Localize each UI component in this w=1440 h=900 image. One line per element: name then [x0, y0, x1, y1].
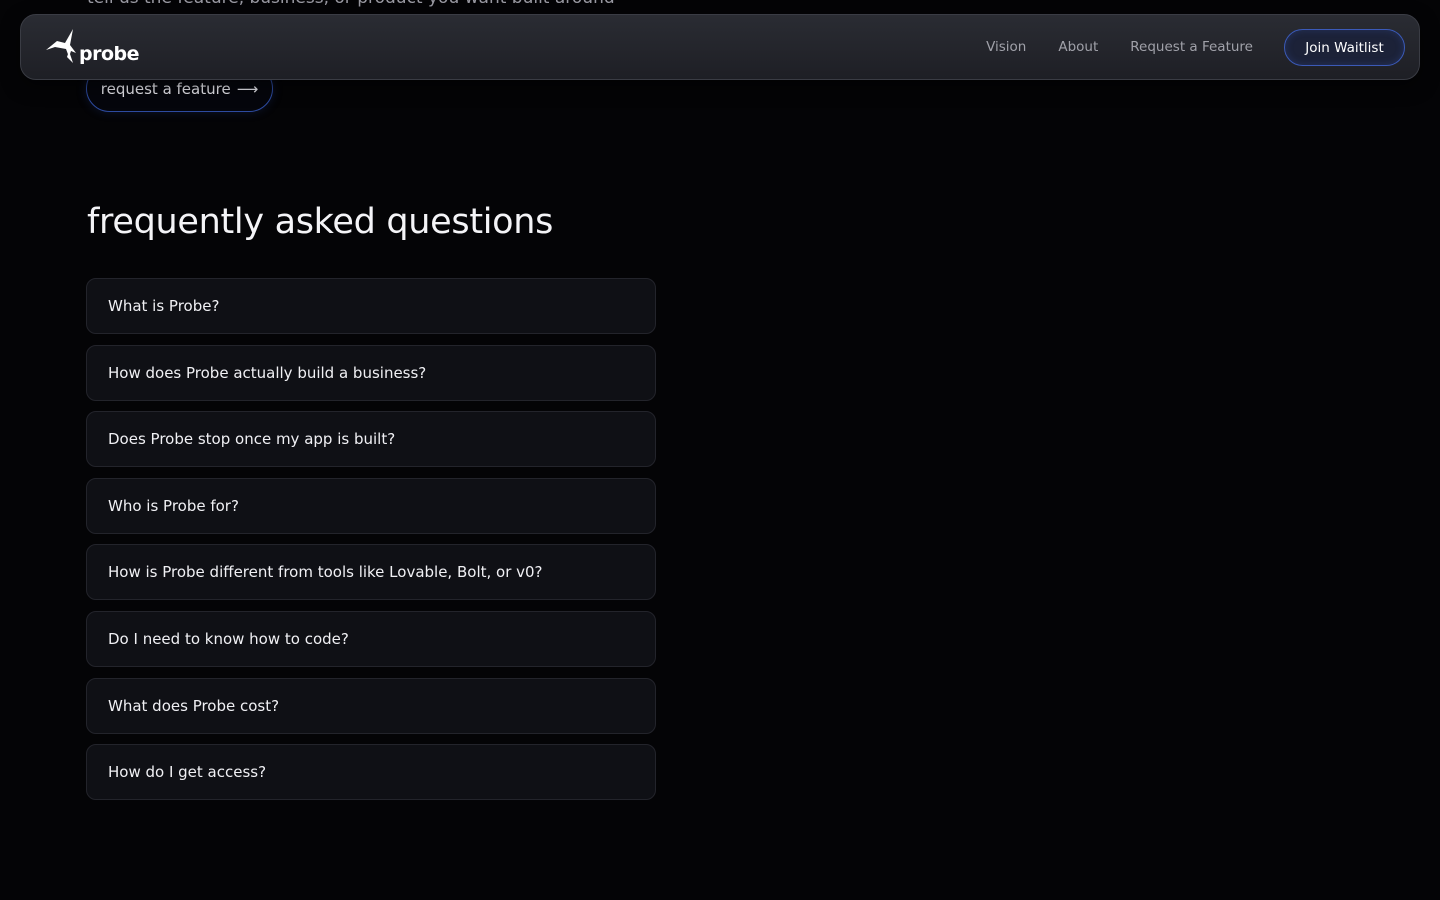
page: tell us the feature, business, or produc… — [0, 0, 1440, 900]
logo-text: probe — [79, 43, 140, 65]
faq-item[interactable]: Do I need to know how to code? — [86, 610, 656, 667]
faq-item[interactable]: Who is Probe for? — [86, 477, 656, 534]
faq-item[interactable]: What is Probe? — [86, 278, 656, 334]
logo[interactable]: probe — [43, 27, 140, 67]
faq-title: frequently asked questions — [87, 202, 554, 242]
faq-list: What is Probe? How does Probe actually b… — [86, 278, 656, 811]
faq-item[interactable]: What does Probe cost? — [86, 677, 656, 734]
nav-link-vision[interactable]: Vision — [986, 39, 1026, 55]
hero-subtext: tell us the feature, business, or produc… — [87, 0, 615, 8]
nav-link-about[interactable]: About — [1058, 39, 1098, 55]
faq-item[interactable]: How is Probe different from tools like L… — [86, 544, 656, 601]
nav-link-request-feature[interactable]: Request a Feature — [1130, 39, 1253, 55]
navbar: probe Vision About Request a Feature Joi… — [20, 14, 1420, 80]
faq-item[interactable]: How do I get access? — [86, 744, 656, 801]
arrow-right-icon: ⟶ — [236, 79, 259, 98]
faq-item[interactable]: How does Probe actually build a business… — [86, 344, 656, 401]
nav-links: Vision About Request a Feature — [986, 15, 1253, 79]
faq-item[interactable]: Does Probe stop once my app is built? — [86, 411, 656, 468]
join-waitlist-button[interactable]: Join Waitlist — [1284, 29, 1405, 66]
request-feature-label: request a feature — [100, 79, 231, 98]
